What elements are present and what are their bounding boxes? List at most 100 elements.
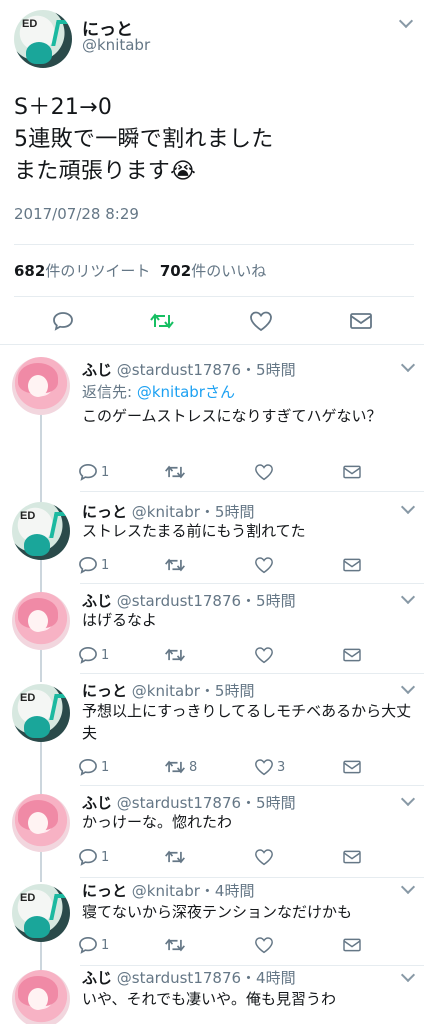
speech-bubble-icon[interactable]: 1 — [78, 461, 109, 483]
envelope-icon[interactable] — [342, 846, 362, 868]
reply-author-name[interactable]: ふじ — [82, 969, 112, 987]
reply-author-name[interactable]: にっと — [82, 503, 127, 521]
avatar-face — [28, 610, 48, 632]
reply-text: 予想以上にすっきりしてるしモチベあるから大丈夫 — [82, 702, 412, 742]
reply-author-name[interactable]: にっと — [82, 882, 127, 900]
heart-icon[interactable] — [254, 846, 277, 868]
reply-author-name[interactable]: ふじ — [82, 592, 112, 610]
retweet-arrows-icon[interactable] — [164, 934, 189, 956]
avatar-hair — [24, 916, 50, 938]
heart-icon[interactable] — [248, 309, 274, 333]
heart-icon[interactable] — [254, 934, 277, 956]
reply-actions: 1 8 3 — [78, 756, 378, 778]
reply-avatar[interactable] — [12, 592, 70, 650]
reply-header: ふじ @stardust17876・5時間 — [82, 359, 296, 380]
envelope-icon[interactable] — [342, 461, 362, 483]
avatar-stroke — [49, 894, 69, 920]
reply-author-handle[interactable]: @knitabr — [132, 503, 200, 521]
reply-author-handle[interactable]: @stardust17876 — [117, 361, 241, 379]
envelope-icon[interactable] — [342, 934, 362, 956]
heart-icon[interactable] — [254, 461, 277, 483]
reply-tweet[interactable]: ふじ @stardust17876・4時間 いや、それでも凄いや。俺も見習うわ — [0, 966, 424, 1024]
reply-author-handle[interactable]: @stardust17876 — [117, 794, 241, 812]
retweet-arrows-icon[interactable] — [164, 846, 189, 868]
chevron-down-icon[interactable] — [400, 879, 416, 895]
retweet-arrows-icon[interactable] — [148, 309, 176, 333]
author-avatar[interactable]: ED — [14, 10, 72, 68]
reply-tweet[interactable]: ED にっと @knitabr・5時間 ストレスたまる前にもう割れてた 1 — [0, 492, 424, 584]
engagement-stats[interactable]: 682件のリツイート 702件のいいね — [14, 260, 266, 281]
speech-bubble-icon[interactable]: 1 — [78, 934, 109, 956]
reply-author-handle[interactable]: @stardust17876 — [117, 592, 241, 610]
envelope-icon[interactable] — [348, 309, 374, 333]
reply-avatar[interactable] — [12, 794, 70, 852]
tweet-line: S＋21→0 — [14, 95, 113, 120]
tweet-line: 5連敗で一瞬で割れました — [14, 127, 274, 152]
reply-tweet[interactable]: ふじ @stardust17876・5時間 かっけーな。惚れたわ 1 — [0, 786, 424, 878]
avatar-hair — [24, 716, 50, 738]
reply-time[interactable]: ・5時間 — [241, 592, 296, 610]
reply-count: 1 — [101, 759, 110, 775]
reply-text: かっけーな。惚れたわ — [82, 813, 233, 831]
reply-avatar[interactable]: ED — [12, 684, 70, 742]
chevron-down-icon[interactable] — [400, 791, 416, 807]
reply-author-handle[interactable]: @knitabr — [132, 682, 200, 700]
reply-time[interactable]: ・5時間 — [200, 682, 255, 700]
retweet-arrows-icon[interactable] — [164, 554, 189, 576]
reply-actions: 1 — [78, 554, 378, 576]
reply-time[interactable]: ・4時間 — [200, 882, 255, 900]
retweet-arrows-icon[interactable]: 8 — [164, 756, 197, 778]
tweet-timestamp[interactable]: 2017/07/28 8:29 — [14, 205, 139, 223]
reply-time[interactable]: ・5時間 — [200, 503, 255, 521]
envelope-icon[interactable] — [342, 756, 362, 778]
reply-tweet[interactable]: ED にっと @knitabr・4時間 寝てないから深夜テンションなだけかも 1 — [0, 878, 424, 966]
reply-author-name[interactable]: ふじ — [82, 794, 112, 812]
envelope-icon[interactable] — [342, 554, 362, 576]
speech-bubble-icon[interactable]: 1 — [78, 846, 109, 868]
avatar-badge: ED — [20, 510, 36, 522]
reply-tweet[interactable]: ふじ @stardust17876・5時間 返信先: @knitabrさん この… — [0, 345, 424, 495]
reply-to-link[interactable]: @knitabrさん — [137, 383, 235, 401]
reply-avatar[interactable]: ED — [12, 502, 70, 560]
envelope-icon[interactable] — [342, 644, 362, 666]
retweet-arrows-icon[interactable] — [164, 644, 189, 666]
reply-header: ふじ @stardust17876・5時間 — [82, 590, 296, 611]
heart-icon[interactable]: 3 — [254, 756, 285, 778]
reply-time[interactable]: ・5時間 — [241, 794, 296, 812]
chevron-down-icon[interactable] — [400, 589, 416, 605]
author-handle[interactable]: @knitabr — [82, 36, 150, 54]
speech-bubble-icon[interactable]: 1 — [78, 554, 109, 576]
reply-to: 返信先: @knitabrさん — [82, 381, 235, 402]
like-count: 3 — [277, 759, 286, 775]
speech-bubble-icon[interactable] — [50, 309, 76, 333]
reply-avatar[interactable] — [12, 970, 70, 1024]
reply-time[interactable]: ・5時間 — [241, 361, 296, 379]
reply-tweet[interactable]: ED にっと @knitabr・5時間 予想以上にすっきりしてるしモチベあるから… — [0, 674, 424, 786]
reply-actions: 1 — [78, 461, 378, 483]
chevron-down-icon[interactable] — [400, 967, 416, 983]
reply-time[interactable]: ・4時間 — [241, 969, 296, 987]
heart-icon[interactable] — [254, 644, 277, 666]
speech-bubble-icon[interactable]: 1 — [78, 756, 109, 778]
reply-tweet[interactable]: ふじ @stardust17876・5時間 はげるなよ 1 — [0, 584, 424, 674]
avatar-face — [28, 375, 48, 397]
divider — [14, 244, 414, 245]
chevron-down-icon[interactable] — [398, 13, 414, 29]
chevron-down-icon[interactable] — [400, 499, 416, 515]
reply-author-handle[interactable]: @knitabr — [132, 882, 200, 900]
reply-header: ふじ @stardust17876・5時間 — [82, 792, 296, 813]
reply-author-name[interactable]: ふじ — [82, 361, 112, 379]
reply-avatar[interactable] — [12, 357, 70, 415]
heart-icon[interactable] — [254, 554, 277, 576]
reply-avatar[interactable]: ED — [12, 884, 70, 942]
reply-author-handle[interactable]: @stardust17876 — [117, 969, 241, 987]
reply-header: ふじ @stardust17876・4時間 — [82, 967, 296, 988]
reply-count: 1 — [101, 937, 110, 953]
reply-author-name[interactable]: にっと — [82, 682, 127, 700]
retweet-arrows-icon[interactable] — [164, 461, 189, 483]
avatar-badge: ED — [20, 692, 36, 704]
speech-bubble-icon[interactable]: 1 — [78, 644, 109, 666]
tweet-text: S＋21→0 5連敗で一瞬で割れました また頑張ります😭 — [14, 92, 274, 188]
chevron-down-icon[interactable] — [400, 357, 416, 373]
chevron-down-icon[interactable] — [400, 679, 416, 695]
